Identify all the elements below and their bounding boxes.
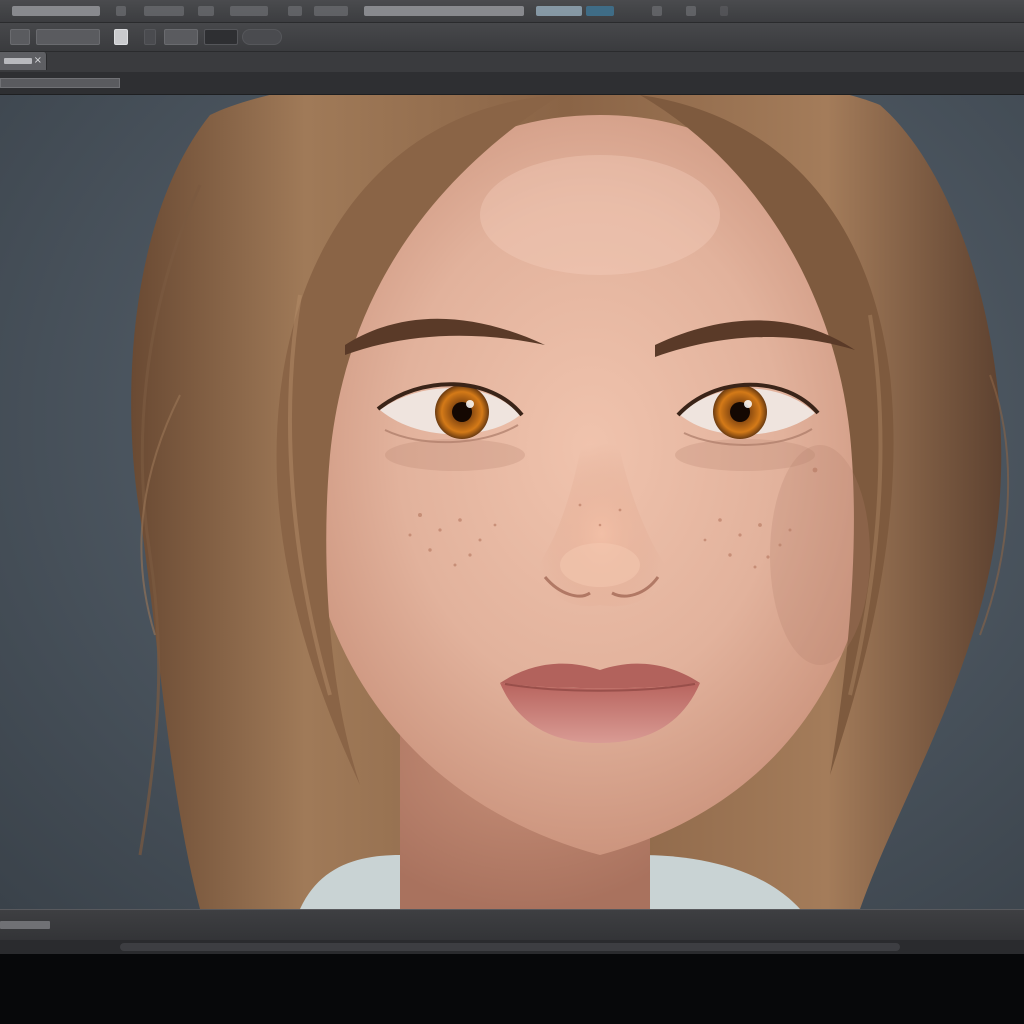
menu-item[interactable] [12, 6, 100, 16]
options-bar [0, 23, 1024, 52]
menu-item[interactable] [288, 6, 302, 16]
tool-preset-button[interactable] [10, 29, 30, 45]
zoom-level-readout[interactable] [0, 921, 50, 929]
horizontal-scrollbar[interactable] [0, 940, 1024, 954]
close-icon[interactable]: × [34, 55, 42, 67]
menu-item[interactable] [652, 6, 662, 16]
menu-item[interactable] [230, 6, 268, 16]
menu-item[interactable] [536, 6, 582, 16]
canvas-area[interactable] [0, 95, 1024, 909]
opacity-field[interactable] [144, 29, 156, 45]
monitor-bezel [0, 954, 1024, 1024]
flow-field[interactable] [164, 29, 198, 45]
document-tab[interactable]: × [0, 52, 47, 70]
menu-bar [0, 0, 1024, 23]
menu-item[interactable] [364, 6, 524, 16]
document-path [0, 78, 120, 88]
menu-item[interactable] [720, 6, 728, 16]
airbrush-toggle[interactable] [204, 29, 238, 45]
document-path-bar [0, 72, 1024, 95]
screen: × [0, 0, 1024, 1024]
brush-size-field[interactable] [36, 29, 100, 45]
tab-strip [0, 52, 1024, 72]
pressure-toggle[interactable] [242, 29, 282, 45]
mode-toggle[interactable] [114, 29, 128, 45]
menu-item[interactable] [686, 6, 696, 16]
status-bar [0, 909, 1024, 941]
scrollbar-thumb[interactable] [120, 943, 900, 951]
portrait-image [131, 95, 1010, 909]
menu-item[interactable] [314, 6, 348, 16]
menu-item[interactable] [144, 6, 184, 16]
menu-item[interactable] [198, 6, 214, 16]
menu-item[interactable] [116, 6, 126, 16]
menu-item[interactable] [586, 6, 614, 16]
document-tab-label [4, 58, 32, 64]
